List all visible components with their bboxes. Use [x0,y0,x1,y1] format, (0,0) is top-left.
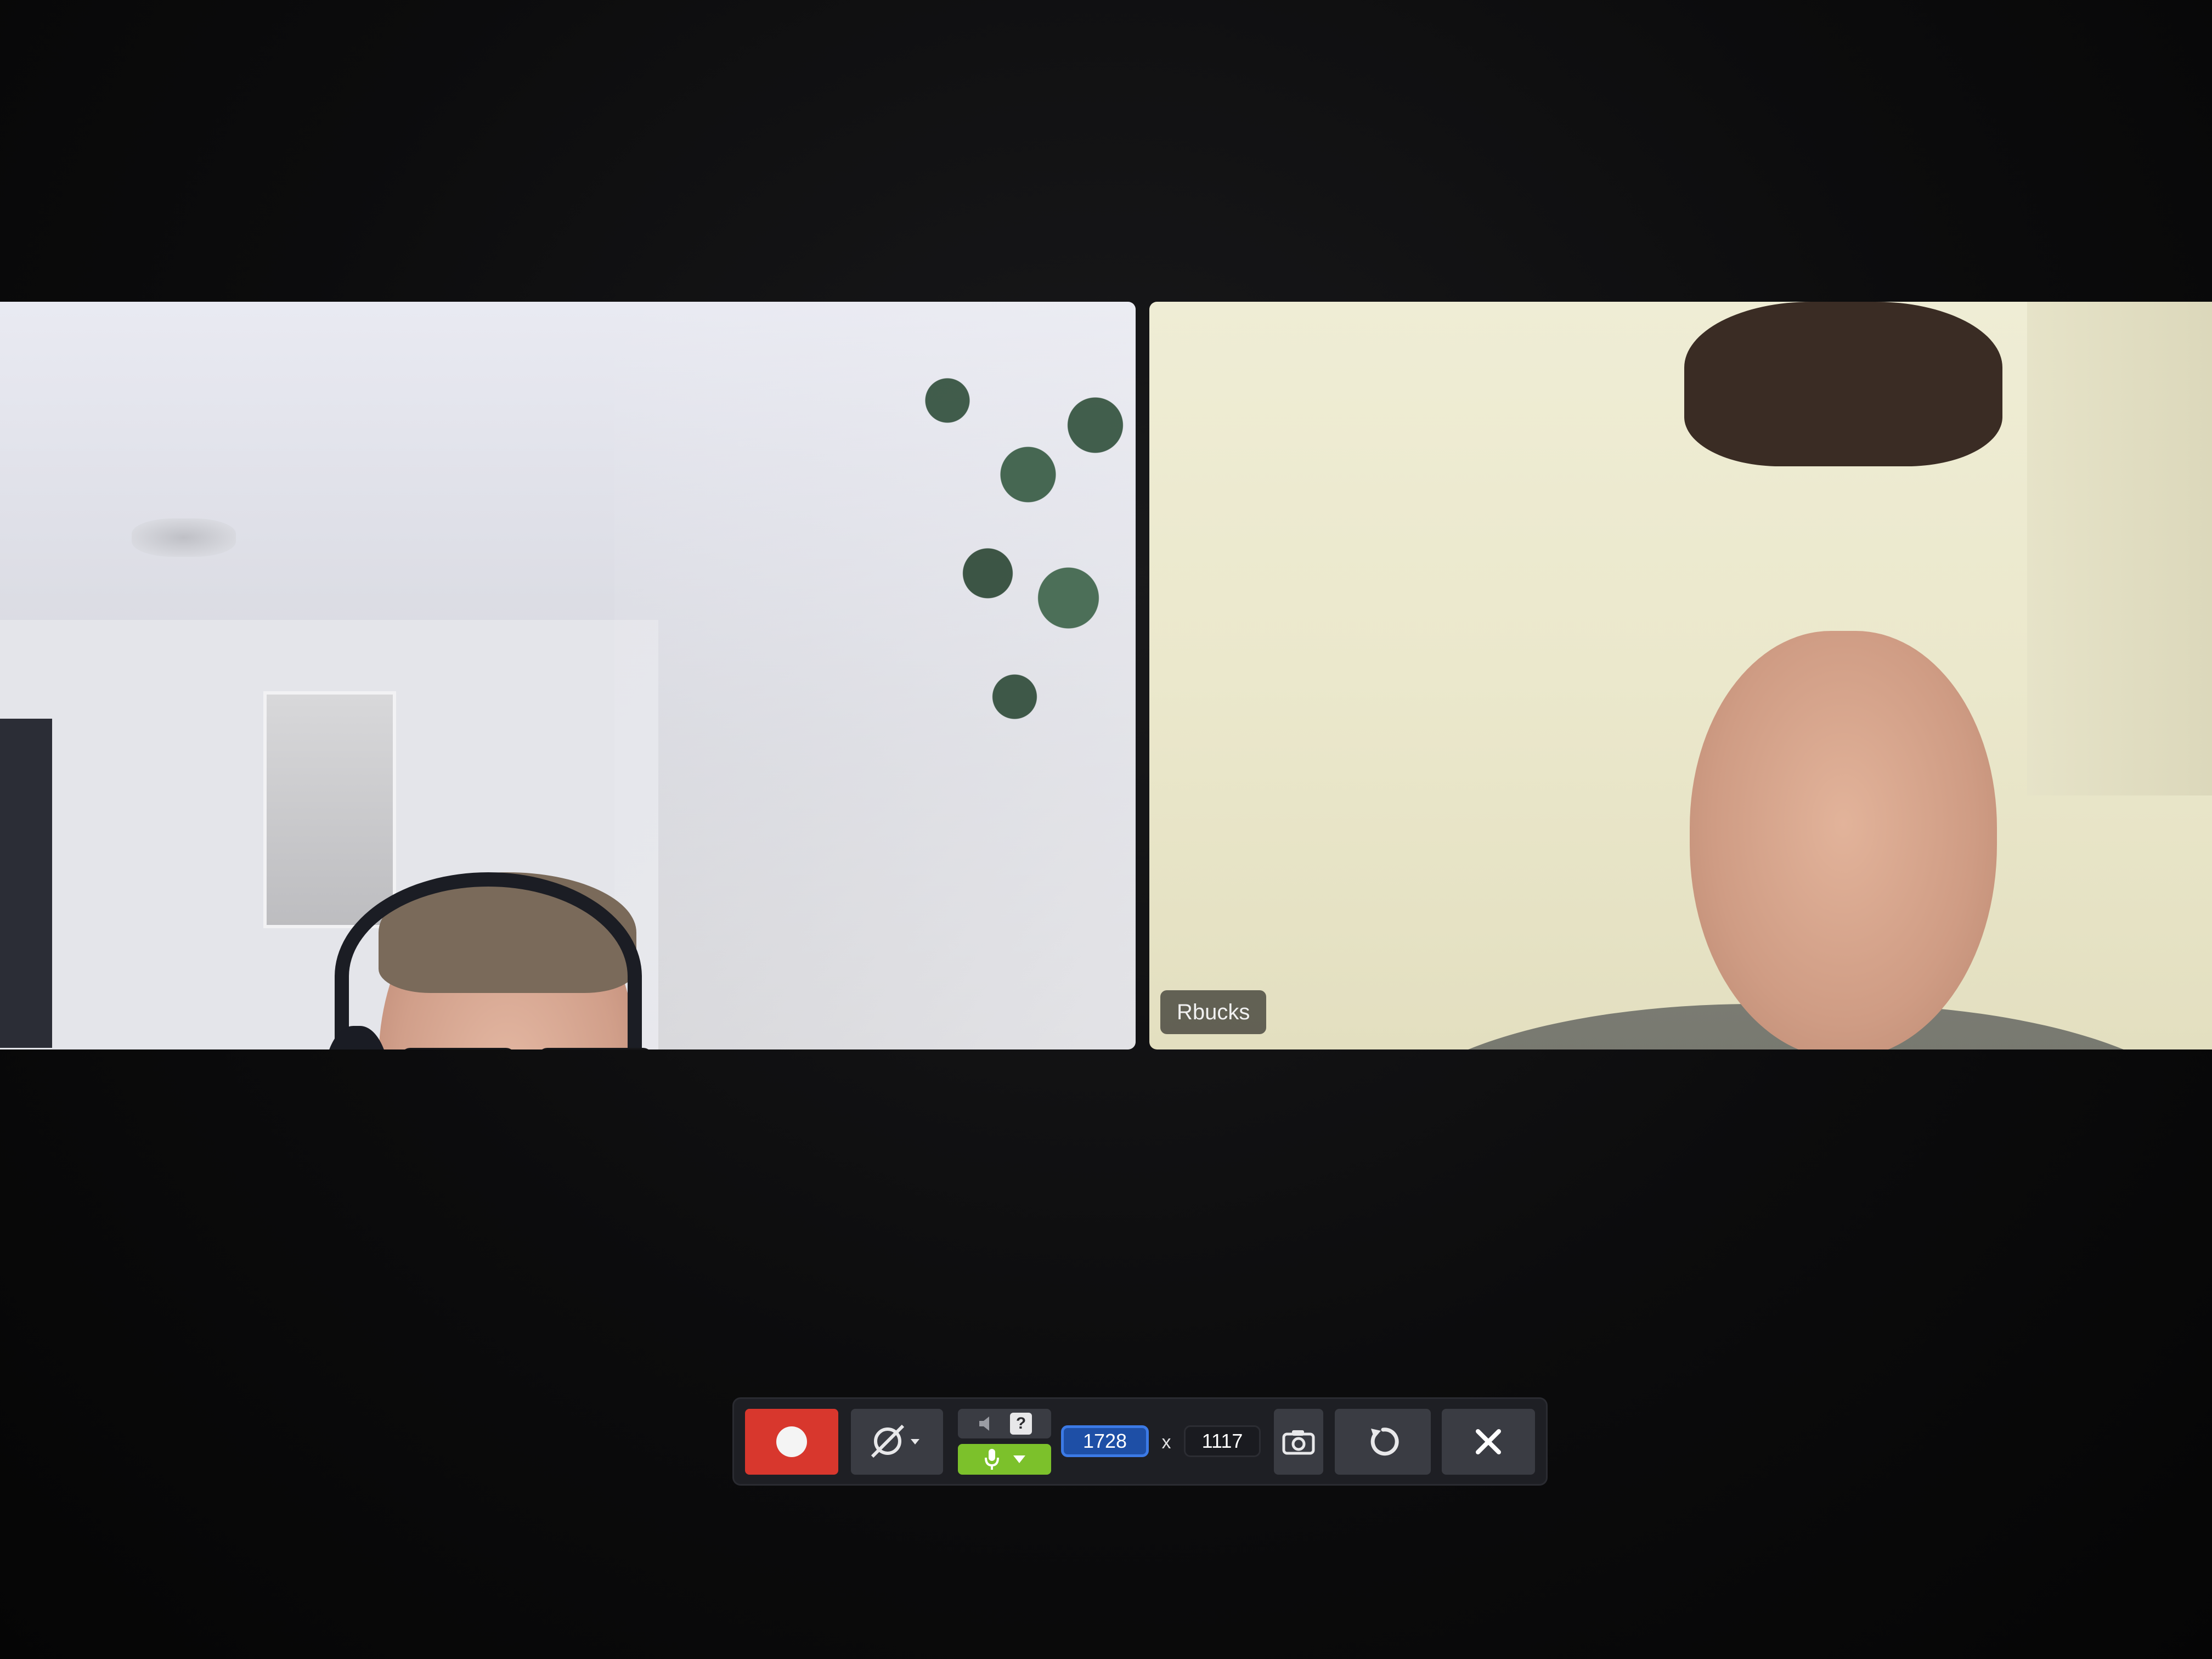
plant [867,302,1136,795]
doorway [0,719,52,1048]
width-input[interactable]: 1728 [1061,1425,1149,1457]
record-icon [776,1426,807,1457]
video-tile-right: Rbucks [1149,302,2212,1049]
participant-right-hair [1684,302,2002,466]
camera-off-icon [867,1423,927,1461]
glasses-lens-left [400,1048,516,1049]
speaker-icon [977,1415,995,1432]
screen-background: Rbucks ? 1728 x 1117 [0,0,2212,1659]
participant-name-tag: Rbucks [1160,990,1267,1034]
recording-toolbar: ? 1728 x 1117 [734,1399,1546,1484]
speaker-button[interactable]: ? [958,1409,1051,1438]
camera-toggle-button[interactable] [851,1409,943,1475]
microphone-icon [984,1448,1000,1471]
background-wall-right [2027,302,2212,795]
chevron-down-icon [1013,1455,1025,1463]
ceiling-light [132,518,236,557]
height-input[interactable]: 1117 [1184,1425,1261,1457]
snapshot-button[interactable] [1274,1409,1323,1475]
participant-right-face [1690,631,1997,1049]
microphone-button[interactable] [958,1444,1051,1475]
close-button[interactable] [1442,1409,1535,1475]
glasses-lens-right [538,1048,653,1049]
video-tile-left [0,302,1136,1049]
record-button[interactable] [745,1409,838,1475]
audio-controls: ? [958,1409,1051,1475]
glasses [379,1048,658,1049]
close-icon [1474,1427,1503,1457]
dimension-separator: x [1161,1431,1171,1453]
reset-button[interactable] [1335,1409,1431,1475]
help-badge[interactable]: ? [1010,1413,1032,1435]
wall-poster [263,691,396,928]
camera-icon [1282,1429,1315,1455]
reset-icon [1365,1424,1401,1459]
